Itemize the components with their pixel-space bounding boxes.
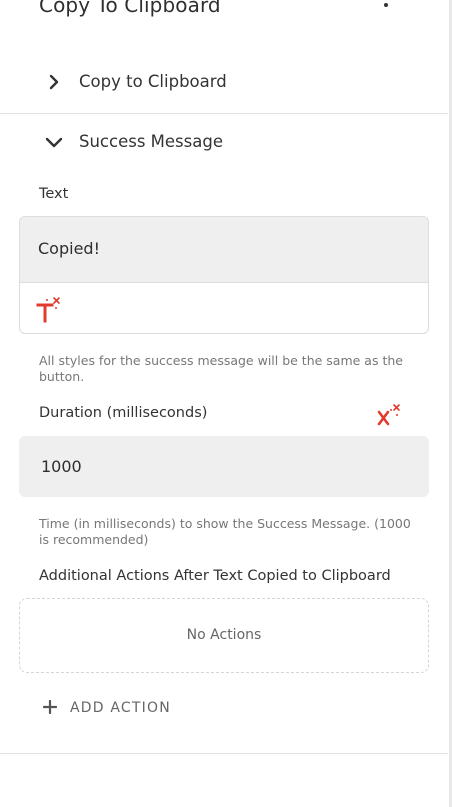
actions-label: Additional Actions After Text Copied to … xyxy=(39,568,391,584)
section-success-message[interactable]: Success Message xyxy=(0,122,448,162)
text-field-label: Text xyxy=(39,186,69,202)
plus-icon xyxy=(43,700,57,714)
duration-value: 1000 xyxy=(41,457,82,476)
variable-icon[interactable] xyxy=(376,402,404,428)
actions-list: No Actions xyxy=(19,598,429,673)
chevron-right-icon xyxy=(49,74,59,90)
divider xyxy=(0,753,448,754)
panel-header: Copy To Clipboard xyxy=(0,0,448,22)
section-label: Copy to Clipboard xyxy=(79,72,227,91)
more-options-icon[interactable] xyxy=(382,3,390,19)
duration-hint: Time (in milliseconds) to show the Succe… xyxy=(39,516,411,547)
section-label: Success Message xyxy=(79,132,223,151)
panel-title: Copy To Clipboard xyxy=(39,0,221,17)
no-actions-text: No Actions xyxy=(186,627,262,643)
section-copy-to-clipboard[interactable]: Copy to Clipboard xyxy=(0,62,448,102)
text-hint: All styles for the success message will … xyxy=(39,353,403,384)
divider xyxy=(0,113,448,114)
text-field[interactable]: Copied! xyxy=(19,216,429,334)
duration-label: Duration (milliseconds) xyxy=(39,405,208,421)
dynamic-text-icon[interactable] xyxy=(36,295,62,323)
text-input[interactable]: Copied! xyxy=(20,217,428,283)
duration-input[interactable]: 1000 xyxy=(19,436,429,497)
add-action-label: ADD ACTION xyxy=(70,700,171,716)
chevron-down-icon xyxy=(45,137,63,148)
text-input-value: Copied! xyxy=(38,239,100,258)
